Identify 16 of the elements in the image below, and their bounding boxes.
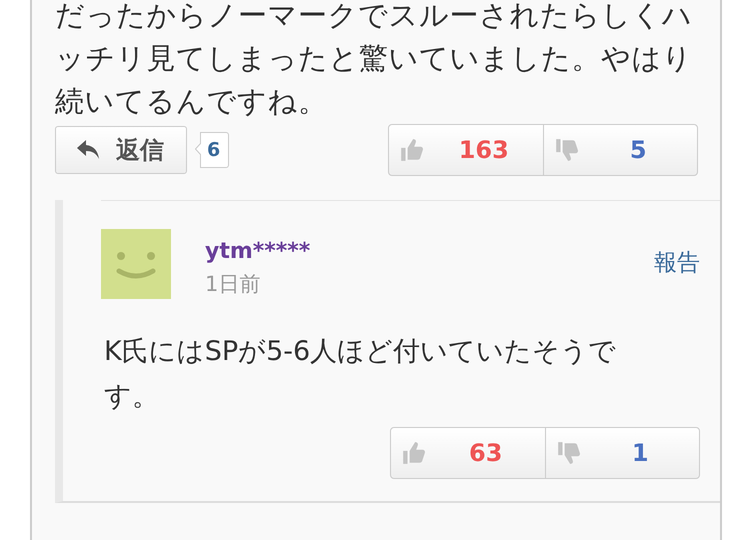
avatar-icon	[101, 229, 171, 299]
like-button[interactable]: 63	[391, 428, 544, 478]
dislike-button[interactable]: 5	[542, 125, 697, 175]
dislike-button[interactable]: 1	[544, 428, 699, 478]
reply-button[interactable]: 返信	[55, 126, 187, 174]
thumbs-down-icon	[554, 137, 580, 163]
comment-text: だったからノーマークでスルーされたらしくハ ッチリ見てしまったと驚いていました。やはり 続いてるんですね。	[54, 0, 694, 120]
thumbs-up-icon	[399, 137, 425, 163]
reply-text: K氏にはSPが5-6人ほど付いていたそうで す。	[103, 335, 618, 414]
post-time: 1日前	[205, 271, 262, 298]
thumbs-down-icon	[556, 440, 582, 466]
thumbs-up-icon	[401, 440, 427, 466]
report-link[interactable]: 報告	[654, 247, 700, 299]
username: ytm*****	[205, 239, 312, 264]
reply-count: 6	[195, 132, 230, 168]
like-button[interactable]: 163	[389, 125, 542, 175]
